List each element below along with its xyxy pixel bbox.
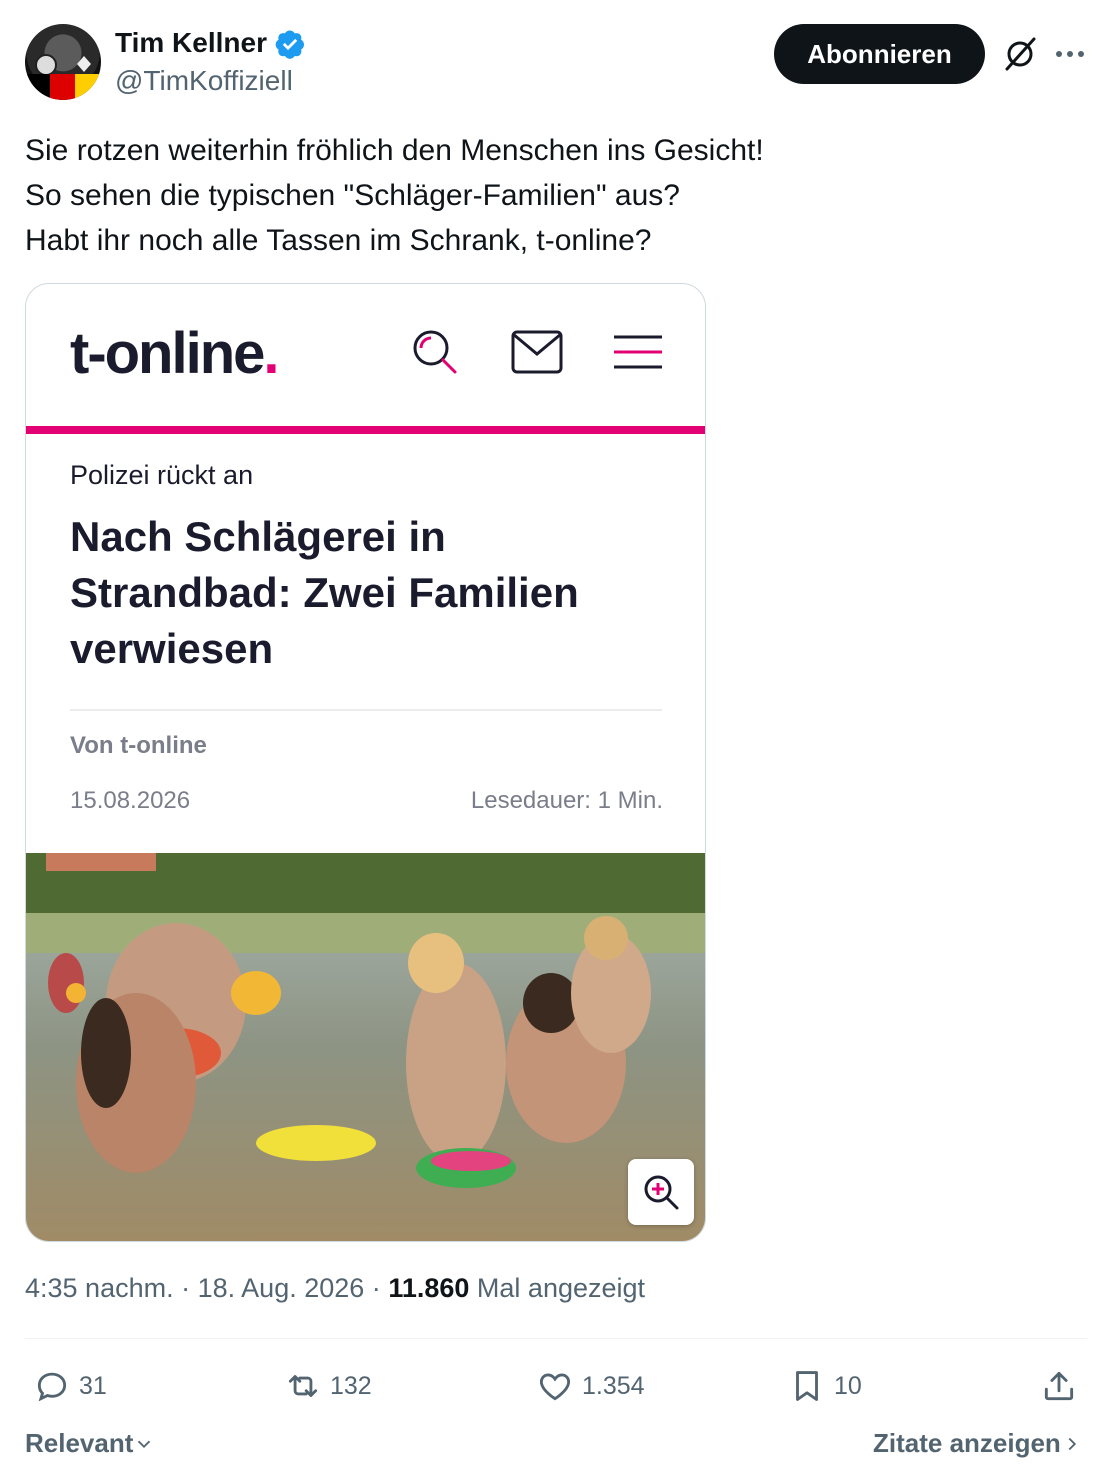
- search-icon: [413, 330, 457, 374]
- divider: [70, 709, 662, 711]
- bookmark-count: 10: [834, 1371, 862, 1400]
- zoom-in-icon: [644, 1175, 679, 1210]
- chevron-down-icon: [138, 1440, 151, 1448]
- more-icon[interactable]: [1052, 36, 1088, 72]
- brand-bar: [26, 426, 705, 434]
- quotes-label: Zitate anzeigen: [873, 1428, 1061, 1458]
- bookmark-icon: [796, 1371, 818, 1401]
- author-name[interactable]: Tim Kellner: [115, 26, 267, 60]
- article-kicker: Polizei rückt an: [70, 460, 254, 490]
- divider-line: [25, 1338, 1087, 1339]
- repost-button[interactable]: 132: [284, 1364, 372, 1408]
- view-count: 11.860: [388, 1273, 470, 1303]
- article-author: Von t-online: [70, 732, 207, 759]
- article-read-time: Lesedauer: 1 Min.: [470, 787, 663, 814]
- t-online-logo: t-online.: [70, 320, 280, 387]
- reply-count: 31: [79, 1371, 107, 1400]
- avatar-emblem: [77, 56, 91, 72]
- avatar-flag: [25, 74, 101, 100]
- logo-text: t-online: [70, 321, 265, 386]
- embedded-screenshot[interactable]: t-online. Polizei rückt an Nach Schläger…: [25, 283, 706, 1242]
- meta-separator-2: ·: [371, 1273, 381, 1303]
- tweet-time[interactable]: 4:35 nachm.: [25, 1273, 174, 1303]
- like-button[interactable]: 1.354: [536, 1364, 645, 1408]
- mail-icon: [511, 330, 563, 374]
- like-count: 1.354: [582, 1371, 645, 1400]
- verified-badge-icon: [275, 30, 304, 59]
- reply-button[interactable]: 31: [33, 1364, 107, 1408]
- chevron-right-icon: [1068, 1437, 1076, 1450]
- reply-icon: [37, 1372, 67, 1402]
- view-quotes-link[interactable]: Zitate anzeigen: [873, 1428, 1083, 1459]
- tweet-meta: 4:35 nachm. · 18. Aug. 2026 · 11.860 Mal…: [25, 1273, 645, 1304]
- repost-icon: [288, 1375, 318, 1397]
- share-button[interactable]: [1040, 1364, 1086, 1408]
- views-label: Mal angezeigt: [476, 1273, 646, 1303]
- tweet-date[interactable]: 18. Aug. 2026: [198, 1273, 365, 1303]
- meta-separator: ·: [181, 1273, 191, 1303]
- beach-photo: [26, 853, 705, 1241]
- zoom-button[interactable]: [628, 1159, 694, 1225]
- sort-dropdown[interactable]: Relevant: [25, 1428, 155, 1459]
- article-headline: Nach Schlägerei in Strandbad: Zwei Famil…: [70, 513, 579, 672]
- avatar-badge: [35, 54, 57, 76]
- menu-icon: [614, 335, 662, 369]
- tweet-text: Sie rotzen weiterhin fröhlich den Mensch…: [25, 134, 764, 257]
- follow-button[interactable]: Abonnieren: [774, 24, 985, 84]
- share-icon: [1044, 1371, 1074, 1401]
- repost-count: 132: [330, 1371, 372, 1400]
- article-date: 15.08.2026: [70, 787, 191, 814]
- heart-icon: [539, 1373, 571, 1401]
- bookmark-button[interactable]: 10: [788, 1364, 862, 1408]
- author-handle[interactable]: @TimKoffiziell: [115, 64, 293, 98]
- sort-label: Relevant: [25, 1428, 134, 1458]
- logo-dot: .: [263, 321, 279, 386]
- grok-icon[interactable]: [1000, 34, 1040, 74]
- avatar[interactable]: [25, 24, 101, 100]
